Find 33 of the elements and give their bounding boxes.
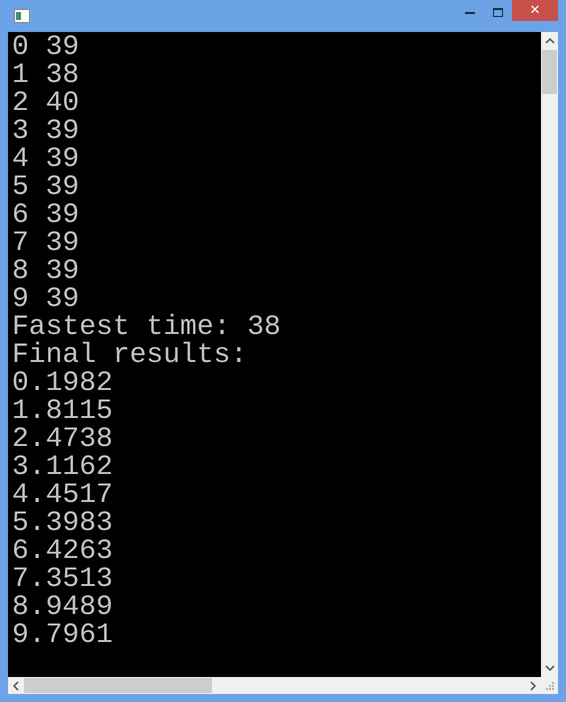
maximize-icon [493, 8, 503, 16]
console-line: 6.4263 [12, 538, 114, 566]
console-line: 2.4738 [12, 426, 114, 454]
scroll-left-icon[interactable] [11, 680, 21, 690]
minimize-icon [465, 10, 475, 14]
console-line: 4.4517 [12, 482, 114, 510]
console-line: 8 39 [12, 258, 80, 286]
console-app-icon [14, 9, 30, 23]
console-line: Final results: [12, 342, 248, 370]
console-line: 4 39 [12, 146, 80, 174]
console-line: 1 38 [12, 62, 80, 90]
console-line: 0.1982 [12, 370, 114, 398]
resize-grip-icon[interactable] [545, 680, 555, 690]
console-line: 3.1162 [12, 454, 114, 482]
console-line: 2 40 [12, 90, 80, 118]
console-line: 3 39 [12, 118, 80, 146]
console-line: 5 39 [12, 174, 80, 202]
console-line: 9 39 [12, 286, 80, 314]
console-line: 9.7961 [12, 622, 114, 650]
scroll-down-icon[interactable] [544, 663, 554, 673]
console-line: 1.8115 [12, 398, 114, 426]
console-line: 5.3983 [12, 510, 114, 538]
console-line: Fastest time: 38 [12, 314, 282, 342]
scroll-right-icon[interactable] [528, 680, 538, 690]
console-line: 7.3513 [12, 566, 114, 594]
console-line: 8.9489 [12, 594, 114, 622]
vertical-scroll-thumb[interactable] [542, 50, 557, 94]
console-line: 6 39 [12, 202, 80, 230]
close-button[interactable]: ✕ [512, 0, 558, 21]
scroll-up-icon[interactable] [544, 36, 554, 46]
horizontal-scroll-thumb[interactable] [24, 678, 212, 693]
console-line: 7 39 [12, 230, 80, 258]
console-line: 0 39 [12, 34, 80, 62]
